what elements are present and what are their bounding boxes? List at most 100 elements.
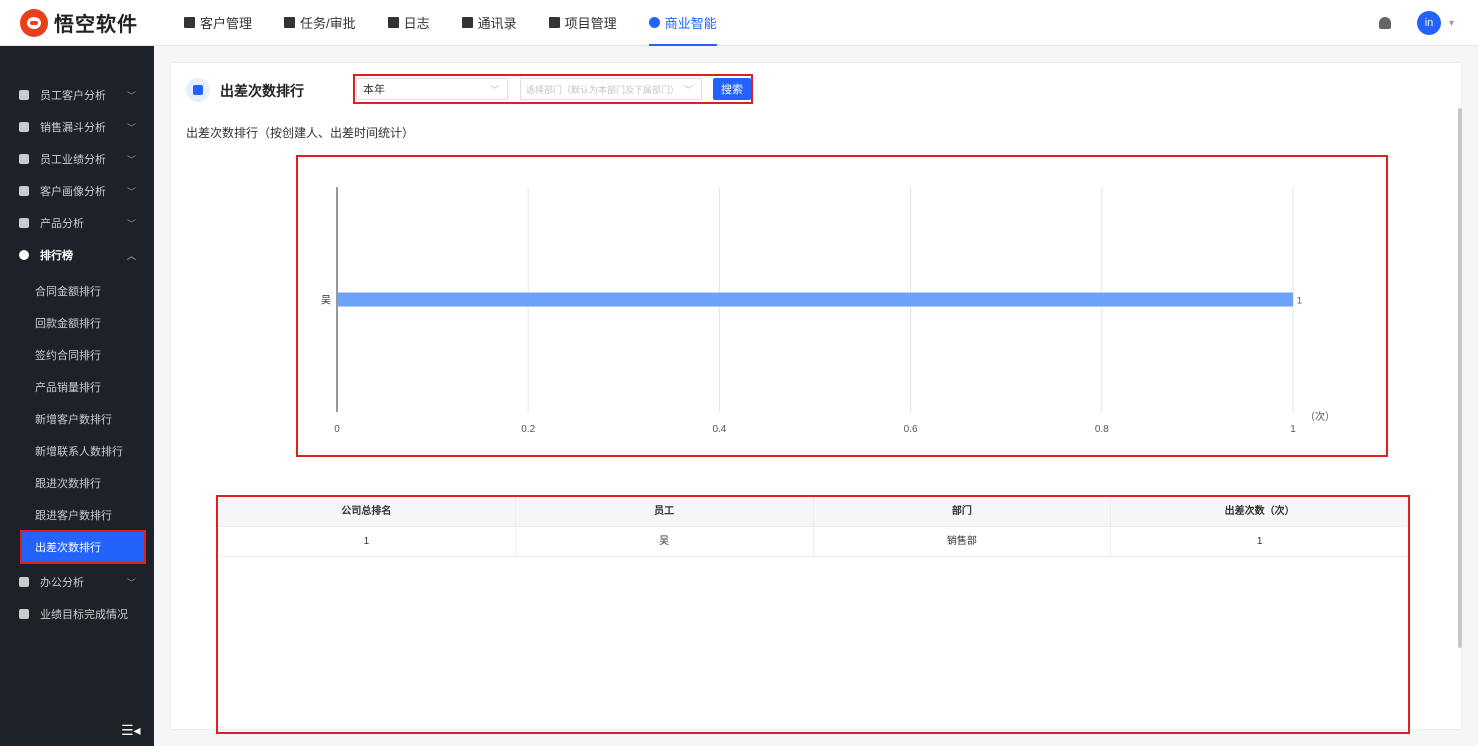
ranking-icon — [186, 78, 210, 102]
sidebar-item-employee-customer[interactable]: 员工客户分析 ﹀ — [0, 79, 154, 111]
sidebar-item-label: 销售漏斗分析 — [40, 122, 106, 134]
nav-item-log[interactable]: 日志 — [387, 0, 430, 46]
logo[interactable]: 悟空软件 — [20, 8, 170, 37]
chevron-down-icon[interactable]: ▾ — [1449, 18, 1454, 29]
department-select-placeholder: 选择部门（默认为本部门及下属部门） — [526, 84, 680, 95]
project-icon — [548, 17, 560, 28]
x-tick-label: 0.2 — [521, 424, 535, 435]
sidebar-subitem-new-contacts[interactable]: 新增联系人数排行 — [35, 435, 123, 467]
sidebar-subitem-payment-amount[interactable]: 回款金额排行 — [35, 307, 101, 339]
column-header-trip-count[interactable]: 出差次数（次） — [1111, 497, 1408, 527]
sidebar: 员工客户分析 ﹀ 销售漏斗分析 ﹀ 员工业绩分析 ﹀ 客户画像分析 ﹀ 产品分析 ﹀ 排行… — [0, 46, 154, 746]
sidebar-subitem-followup-customers[interactable]: 跟进客户数排行 — [35, 499, 112, 531]
sidebar-item-label: 员工业绩分析 — [40, 154, 106, 166]
sidebar-subitem-followups[interactable]: 跟进次数排行 — [35, 467, 101, 499]
funnel-icon — [19, 122, 29, 132]
nav-item-label: 客户管理 — [200, 16, 253, 31]
sidebar-subitem-contract-amount[interactable]: 合同金额排行 — [35, 275, 101, 307]
nav-item-label: 商业智能 — [664, 16, 717, 31]
column-header-department[interactable]: 部门 — [814, 496, 1112, 527]
sidebar-item-goal-completion[interactable]: 业绩目标完成情况 — [0, 598, 154, 630]
chevron-down-icon: ﹀ — [126, 154, 136, 165]
chevron-down-icon: ﹀ — [683, 84, 693, 95]
x-tick-label: 0.6 — [904, 424, 918, 435]
sidebar-item-label: 排行榜 — [40, 250, 73, 262]
nav-item-label: 日志 — [403, 16, 430, 31]
chart-caption: 出差次数排行（按创建人、出差时间统计） — [186, 126, 415, 140]
column-header-employee[interactable]: 员工 — [516, 496, 814, 527]
page-title: 出差次数排行 — [220, 83, 304, 99]
main-nav: 客户管理 任务/审批 日志 通讯录 项目管理 商业智能 — [184, 0, 749, 46]
contacts-icon — [461, 17, 473, 28]
target-icon — [19, 609, 29, 619]
box-icon — [19, 218, 29, 228]
sidebar-item-product[interactable]: 产品分析 ﹀ — [0, 207, 154, 239]
x-tick-label: 0.8 — [1095, 424, 1109, 435]
customer-icon — [184, 17, 195, 28]
bar-chart-icon — [19, 154, 29, 164]
logo-monkey-icon — [20, 8, 48, 37]
user-icon — [19, 90, 29, 100]
search-button[interactable]: 搜索 — [713, 78, 751, 100]
logo-text: 悟空软件 — [54, 14, 138, 36]
sidebar-item-ranking[interactable]: 排行榜 ︿ — [0, 239, 154, 271]
table-header-row: 公司总排名 员工 部门 出差次数（次） — [218, 496, 1408, 527]
briefcase-icon — [19, 577, 29, 587]
period-select-value: 本年 — [363, 84, 385, 96]
nav-item-label: 通讯录 — [477, 16, 517, 31]
chevron-down-icon: ﹀ — [126, 218, 136, 229]
chevron-down-icon: ﹀ — [126, 186, 136, 197]
briefcase-icon — [284, 17, 296, 28]
sidebar-subitem-product-sales[interactable]: 产品销量排行 — [35, 371, 101, 403]
x-tick-label: 0.4 — [712, 424, 726, 435]
nav-item-project[interactable]: 项目管理 — [548, 0, 617, 46]
sidebar-subitem-new-customers[interactable]: 新增客户数排行 — [35, 403, 112, 435]
sidebar-subitem-business-trips[interactable]: 出差次数排行 — [20, 530, 146, 564]
bell-icon[interactable] — [1378, 17, 1391, 29]
nav-item-task[interactable]: 任务/审批 — [284, 0, 356, 46]
cell-department: 销售部 — [814, 526, 1112, 557]
nav-item-customer[interactable]: 客户管理 — [184, 0, 252, 46]
scrollbar[interactable] — [1458, 108, 1462, 648]
chevron-down-icon: ﹀ — [126, 577, 136, 588]
cell-employee: 吴 — [516, 526, 814, 557]
log-icon — [387, 17, 399, 28]
nav-item-bi[interactable]: 商业智能 — [648, 0, 717, 46]
sidebar-item-performance[interactable]: 员工业绩分析 ﹀ — [0, 143, 154, 175]
bar — [337, 292, 1293, 307]
chevron-up-icon: ︿ — [126, 250, 136, 261]
trophy-icon — [19, 250, 29, 260]
period-select[interactable]: 本年 ﹀ — [356, 78, 508, 100]
collapse-sidebar-icon[interactable]: ☰◂ — [121, 722, 141, 739]
cell-rank: 1 — [218, 526, 516, 557]
sidebar-item-label: 员工客户分析 — [40, 90, 106, 102]
x-tick-label: 1 — [1290, 424, 1296, 435]
sidebar-item-label: 业绩目标完成情况 — [40, 609, 128, 621]
sidebar-item-sales-funnel[interactable]: 销售漏斗分析 ﹀ — [0, 111, 154, 143]
cell-trip-count: 1 — [1256, 535, 1263, 547]
column-header-rank[interactable]: 公司总排名 — [218, 496, 516, 527]
bi-icon — [648, 17, 660, 28]
sidebar-item-customer-portrait[interactable]: 客户画像分析 ﹀ — [0, 175, 154, 207]
nav-item-contacts[interactable]: 通讯录 — [461, 0, 517, 46]
bar-chart: 0 0.2 0.4 0.6 0.8 1 （次） 吴 1 — [321, 187, 1335, 435]
sidebar-item-label: 办公分析 — [40, 577, 84, 589]
chevron-down-icon: ﹀ — [126, 90, 136, 101]
table-row[interactable]: 1 吴 销售部 1 — [218, 526, 1408, 557]
nav-item-label: 任务/审批 — [300, 16, 356, 31]
x-tick-label: 0 — [334, 424, 340, 435]
data-label: 1 — [1297, 296, 1302, 306]
sidebar-item-label: 客户画像分析 — [40, 186, 106, 198]
chevron-down-icon: ﹀ — [489, 84, 499, 95]
chevron-down-icon: ﹀ — [126, 122, 136, 133]
users-icon — [19, 186, 29, 196]
ranking-table: 公司总排名 员工 部门 出差次数（次） 1 吴 销售部 1 — [218, 496, 1408, 557]
nav-item-label: 项目管理 — [564, 16, 617, 31]
sidebar-subitem-signed-contracts[interactable]: 签约合同排行 — [35, 339, 101, 371]
sidebar-item-office[interactable]: 办公分析 ﹀ — [0, 566, 154, 598]
department-select[interactable]: 选择部门（默认为本部门及下属部门） ﹀ — [520, 78, 702, 100]
sidebar-item-label: 产品分析 — [40, 218, 84, 230]
avatar[interactable]: in — [1416, 11, 1441, 35]
x-unit-label: （次） — [1305, 410, 1335, 423]
top-right-tools: in ▾ — [1378, 0, 1454, 46]
